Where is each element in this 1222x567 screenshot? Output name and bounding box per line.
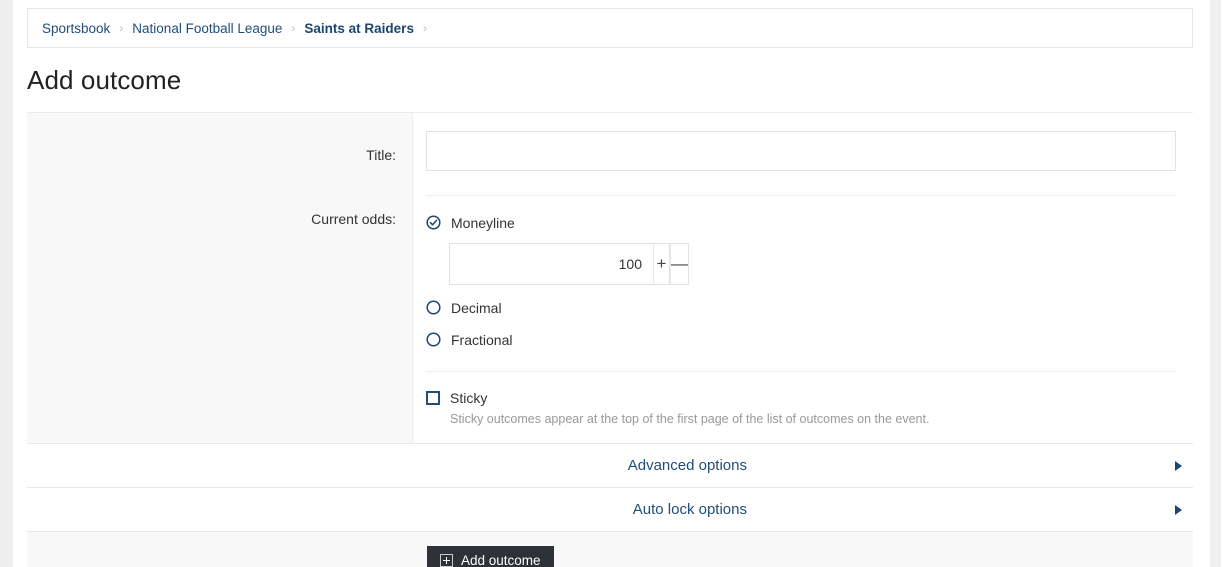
form-footer: Add outcome [27,532,1193,567]
breadcrumb-separator-icon: › [422,21,427,35]
radio-option-fractional[interactable]: Fractional [426,326,1176,353]
breadcrumb-item-sportsbook[interactable]: Sportsbook [42,21,110,36]
chevron-right-icon [1175,504,1182,515]
form-label-column: Title: Current odds: [27,113,413,443]
breadcrumb-separator-icon: › [291,21,296,35]
radio-label-decimal: Decimal [451,299,502,316]
title-field-label: Title: [366,147,396,163]
title-input[interactable] [426,131,1176,171]
sticky-checkbox-row[interactable]: Sticky [426,388,1176,408]
page-container: Sportsbook › National Football League › … [13,0,1207,567]
radio-label-fractional: Fractional [451,331,513,348]
radio-checked-icon [426,215,441,230]
accordion-advanced-options[interactable]: Advanced options [27,444,1193,488]
radio-option-decimal[interactable]: Decimal [426,294,1176,321]
moneyline-stepper: + — [449,243,689,285]
app-root: Sportsbook › National Football League › … [0,0,1222,567]
sticky-help-text: Sticky outcomes appear at the top of the… [450,412,930,426]
page-title: Add outcome [27,65,182,95]
scrollbar-thumb[interactable] [1210,0,1221,567]
current-odds-label: Current odds: [311,211,396,227]
left-gutter [0,0,13,567]
sticky-group: Sticky Sticky outcomes appear at the top… [426,371,1176,443]
accordion-auto-lock-options[interactable]: Auto lock options [27,488,1193,532]
sticky-label: Sticky [450,390,488,406]
radio-option-moneyline[interactable]: Moneyline [426,209,1176,236]
plus-box-icon [440,554,453,567]
radio-unchecked-icon [426,300,441,315]
moneyline-value-input[interactable] [449,243,653,285]
stepper-decrement-button[interactable]: — [670,243,689,285]
form-body: Title: Current odds: Moneyline 100 + — D… [27,112,1193,444]
stepper-increment-button[interactable]: + [653,243,670,285]
breadcrumb-separator-icon: › [119,21,124,35]
add-outcome-button-label: Add outcome [461,553,541,567]
page-scrollbar[interactable] [1207,0,1222,567]
checkbox-unchecked-icon [426,391,440,405]
radio-unchecked-icon [426,332,441,347]
accordion-label-auto-lock-options: Auto lock options [632,501,747,518]
current-odds-group: Moneyline + — [413,196,1193,371]
breadcrumb-item-saints-at-raiders[interactable]: Saints at Raiders [304,21,414,36]
radio-label-moneyline: Moneyline [451,214,515,231]
breadcrumb-item-national-football-league[interactable]: National Football League [132,21,282,36]
add-outcome-form: Title: Current odds: Moneyline 100 + — D… [27,112,1193,444]
form-field-column: Moneyline + — [413,113,1193,443]
accordion-label-advanced-options: Advanced options [627,457,747,474]
chevron-right-icon [1175,460,1182,471]
breadcrumb: Sportsbook › National Football League › … [27,8,1193,48]
add-outcome-button[interactable]: Add outcome [427,545,554,567]
title-field-row [413,131,1193,195]
